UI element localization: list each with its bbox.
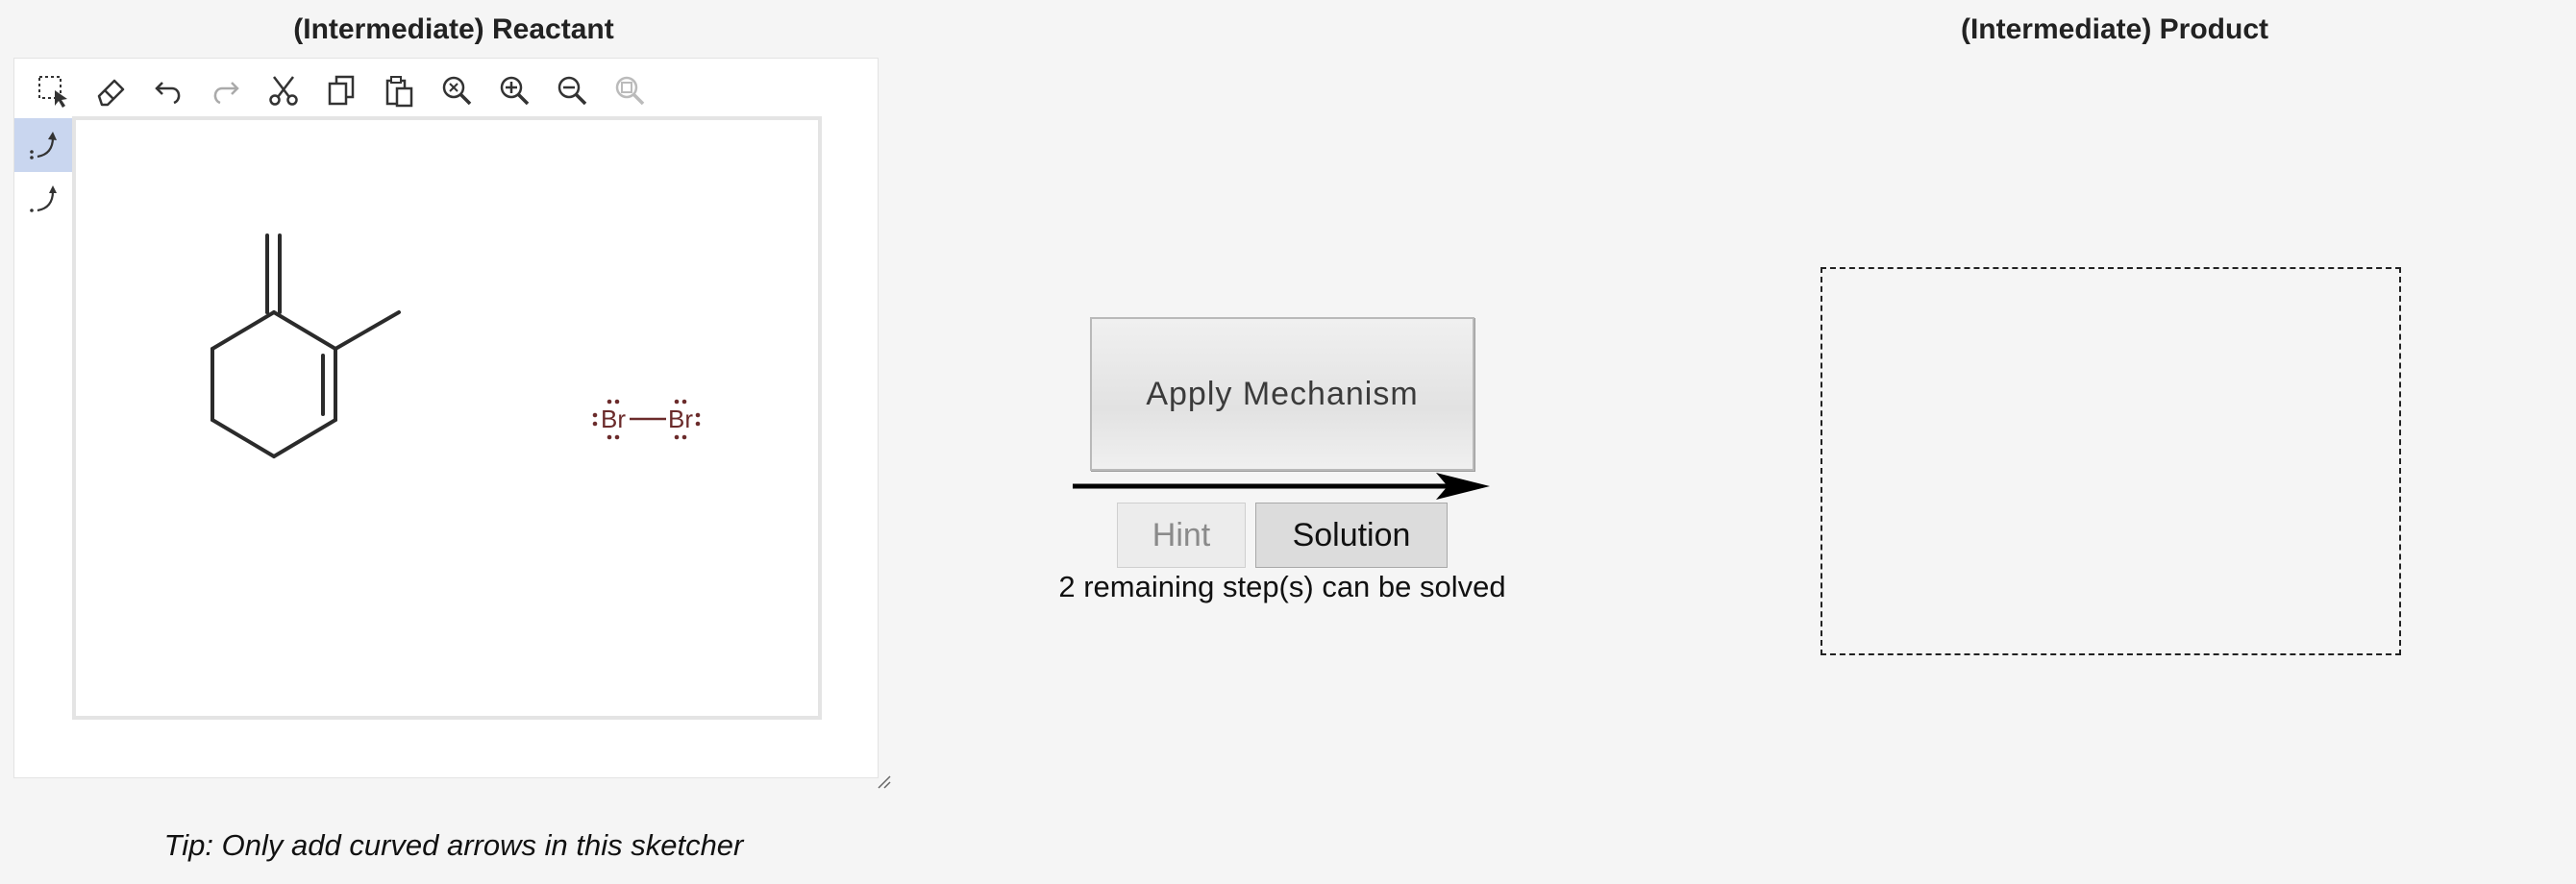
copy-icon[interactable] [312, 66, 370, 114]
redo-icon[interactable] [197, 66, 255, 114]
bromine-atom-1: Br [601, 405, 626, 433]
sketcher-tip: Tip: Only add curved arrows in this sket… [163, 828, 744, 862]
zoom-fit-icon[interactable] [601, 66, 658, 114]
arrow-toolbar [14, 118, 72, 226]
zoom-reset-icon[interactable] [428, 66, 485, 114]
paste-icon[interactable] [370, 66, 428, 114]
reactant-molecules: Br Br [211, 233, 701, 458]
remaining-steps-text: 2 remaining step(s) can be solved [1058, 570, 1506, 603]
single-electron-arrow-icon[interactable] [14, 172, 72, 226]
electron-pair-arrow-icon[interactable] [14, 118, 72, 172]
cut-icon[interactable] [255, 66, 312, 114]
bromine-molecule[interactable]: Br Br [592, 399, 701, 440]
reactant-title: (Intermediate) Reactant [293, 13, 614, 45]
sketcher-toolbar [24, 66, 658, 114]
methylenecyclohexene-molecule[interactable] [211, 233, 401, 458]
reactant-sketcher[interactable]: Br Br [13, 58, 879, 778]
eraser-icon[interactable] [82, 66, 139, 114]
select-icon[interactable] [24, 66, 82, 114]
resize-grip-icon[interactable] [877, 774, 892, 790]
undo-icon[interactable] [139, 66, 197, 114]
bromine-atom-2: Br [668, 405, 693, 433]
reaction-arrow-icon [1073, 473, 1490, 500]
product-title: (Intermediate) Product [1960, 13, 2269, 45]
zoom-out-icon[interactable] [543, 66, 601, 114]
solution-button[interactable]: Solution [1255, 503, 1448, 568]
hint-button[interactable]: Hint [1117, 503, 1246, 568]
apply-mechanism-button[interactable]: Apply Mechanism [1090, 317, 1474, 471]
drawing-canvas[interactable]: Br Br [72, 116, 822, 720]
zoom-in-icon[interactable] [485, 66, 543, 114]
product-drop-area [1821, 267, 2401, 655]
